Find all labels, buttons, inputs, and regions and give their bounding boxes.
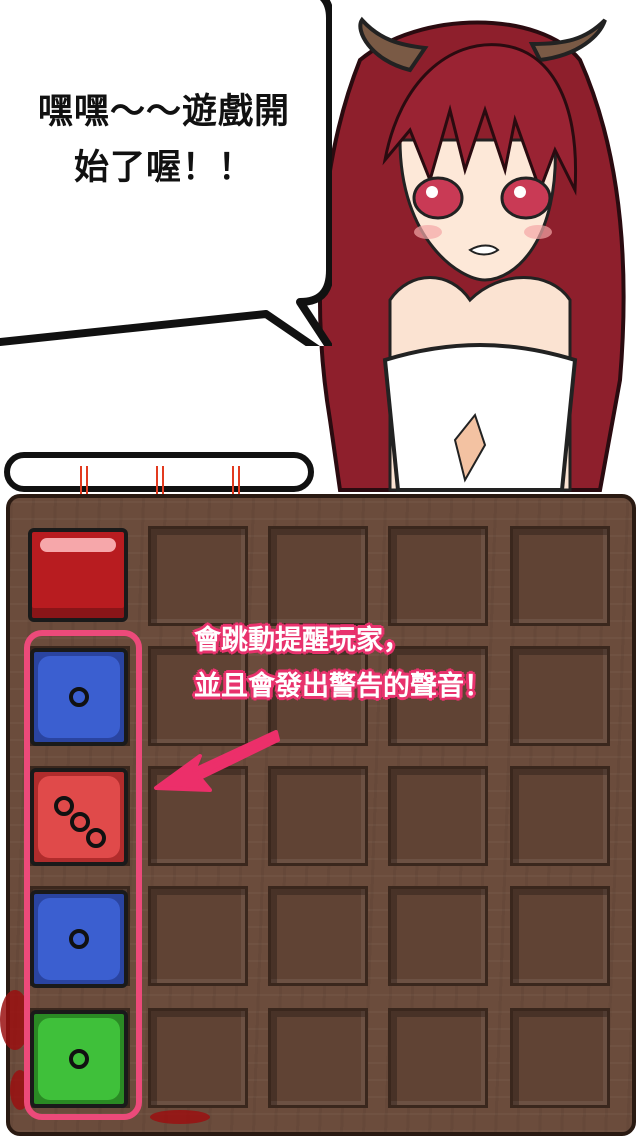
- queue-highlight-frame: [24, 630, 142, 1120]
- board-cell[interactable]: [388, 526, 488, 626]
- board-cell[interactable]: [510, 1008, 610, 1108]
- board-cell[interactable]: [510, 886, 610, 986]
- annotation-text: 會跳動提醒玩家， 並且會發出警告的聲音！: [194, 618, 634, 710]
- warning-arrow-icon: [154, 730, 280, 792]
- board-cell[interactable]: [388, 1008, 488, 1108]
- board-cell[interactable]: [510, 766, 610, 866]
- board-cell[interactable]: [510, 526, 610, 626]
- speech-text: 嘿嘿～～遊戲開 始了喔！！: [8, 84, 320, 196]
- next-block-shine: [40, 538, 116, 552]
- board-cell[interactable]: [268, 766, 368, 866]
- board-cell[interactable]: [268, 526, 368, 626]
- board-cell[interactable]: [148, 526, 248, 626]
- board-cell[interactable]: [148, 1008, 248, 1108]
- speech-line-1: 嘿嘿～～遊戲開: [37, 92, 290, 132]
- blood-splatter: [150, 1110, 210, 1124]
- board-cell[interactable]: [268, 886, 368, 986]
- board-cell[interactable]: [268, 1008, 368, 1108]
- board-cell[interactable]: [148, 886, 248, 986]
- board-cell[interactable]: [388, 886, 488, 986]
- annotation-line-1: 會跳動提醒玩家，: [194, 625, 410, 656]
- board-cell[interactable]: [388, 766, 488, 866]
- demon-girl-character: [318, 16, 626, 492]
- next-block[interactable]: [28, 528, 128, 622]
- timer-bar: [4, 452, 314, 500]
- annotation-line-2: 並且會發出警告的聲音！: [194, 671, 491, 702]
- speech-line-2: 始了喔！！: [73, 148, 254, 188]
